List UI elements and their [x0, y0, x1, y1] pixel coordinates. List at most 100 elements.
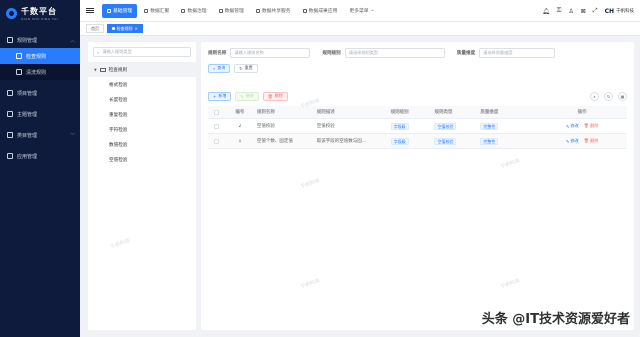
row-checkbox[interactable] [214, 138, 220, 144]
brand[interactable]: CH 千帆科技 [605, 8, 634, 15]
rules-icon [7, 37, 13, 43]
tab-home[interactable]: 首页 [86, 24, 104, 33]
top-menu-item-results[interactable]: 数据成果应用 [298, 4, 343, 18]
refresh-icon: ↻ [239, 65, 243, 71]
caret-down-icon: ▼ [94, 67, 97, 72]
search-toggle-icon[interactable]: ⌕ [590, 91, 599, 101]
topbar: 基础管理 数据汇聚 数据治理 数据管理 数据共享服务 数据成果应用 更多菜单 ⌄ … [80, 0, 640, 22]
search-button[interactable]: ⌕ 查询 [208, 63, 231, 73]
theme-icon [7, 111, 13, 117]
search-icon: ⌕ [97, 49, 100, 55]
corner-watermark: 头条 @IT技术资源爱好者 [481, 312, 630, 327]
sidebar-item-rules[interactable]: 规则管理 ︿ [0, 32, 80, 48]
main-panel: 规则名称 请输入规则名称 规则级别 请选择规则类型 质量维度 请选择质量维度 ⌕… [201, 42, 634, 330]
collect-icon [144, 8, 149, 13]
sidebar-item-check-rule[interactable]: 检查规则 [0, 48, 80, 64]
close-icon[interactable]: × [135, 26, 138, 31]
bell-icon[interactable]: 🔔︎ [542, 8, 550, 15]
folder-icon [99, 67, 106, 72]
row-delete-button[interactable]: 🗑︎ 删除 [584, 123, 599, 129]
table-row[interactable]: 1 空值个数、固定值 取该字段的空值数与固... 字段级 空值校验 完整性 ✎ 修… [208, 134, 627, 149]
tree-node[interactable]: 字符检验 [88, 122, 196, 137]
plus-icon: + [213, 93, 217, 99]
govern-icon [181, 8, 186, 13]
search-icon: ⌕ [213, 65, 216, 71]
sidebar-item-theme[interactable]: 主题管理 [0, 106, 80, 122]
rule-level-select[interactable]: 请选择规则类型 [344, 48, 445, 58]
edit-icon: ✎ [565, 138, 570, 144]
row-checkbox[interactable] [214, 123, 220, 129]
reset-button[interactable]: ↻ 重置 [234, 63, 258, 73]
top-menu-item-share[interactable]: 数据共享服务 [251, 4, 296, 18]
brand-name: 千帆科技 [616, 9, 634, 14]
share-icon [255, 8, 260, 13]
tree-search-input[interactable]: ⌕ 请输入规则类型 [93, 47, 191, 57]
columns-icon[interactable]: ▦ [618, 91, 627, 101]
sidebar-item-label: 类目管理 [17, 132, 38, 139]
manage-icon [218, 8, 223, 13]
tree-node[interactable]: 数值检验 [88, 137, 196, 152]
add-button[interactable]: + 新增 [208, 91, 232, 101]
edit-icon: ✎ [565, 123, 570, 129]
top-menu-item-govern[interactable]: 数据治理 [176, 4, 211, 18]
top-menu-item-basic[interactable]: 基础管理 [102, 3, 138, 18]
sidebar-item-label: 清洗规则 [26, 69, 47, 76]
edit-icon: ✎ [240, 93, 244, 99]
user-icon[interactable]: ♙ [568, 8, 573, 15]
logo[interactable]: 千数平台 QIAN SHU PING TAI [0, 0, 80, 26]
sidebar-item-label: 主题管理 [17, 111, 38, 118]
quality-dim-label: 质量维度 [456, 51, 476, 56]
sidebar-item-clean-rule[interactable]: 清洗规则 [0, 64, 80, 80]
rule-name-input[interactable]: 请输入规则名称 [230, 48, 311, 58]
chevron-up-icon: ︿ [69, 37, 75, 44]
trash-icon: 🗑︎ [267, 93, 273, 99]
clean-rule-icon [16, 69, 22, 75]
delete-button[interactable]: 🗑︎ 删除 [262, 91, 288, 101]
table-row[interactable]: 2 空值校验 空值校验 字段级 空值校验 完整性 ✎ 修改 🗑︎ 删除 [208, 119, 627, 134]
menu-toggle-icon[interactable] [86, 7, 94, 14]
quality-dim-select[interactable]: 请选择质量维度 [479, 48, 556, 58]
sidebar-item-category[interactable]: 类目管理 ﹀ [0, 127, 80, 143]
row-delete-button[interactable]: 🗑︎ 删除 [584, 138, 599, 144]
sidebar-item-app[interactable]: 应用管理 [0, 148, 80, 164]
table-header: 编号 规则名称 规则描述 规则级别 规则类型 质量维度 操作 [208, 106, 627, 119]
filter-buttons: ⌕ 查询 ↻ 重置 [201, 62, 634, 74]
tree-node-root[interactable]: ▼ 检查规则 [88, 62, 196, 77]
fullscreen-icon[interactable]: ⤢ [593, 7, 598, 15]
top-right-tools: 🔔︎ ⚿ ♙ ⊠ ⤢ CH 千帆科技 [542, 0, 634, 22]
tabs-bar: 首页 检查规则 × [80, 22, 640, 36]
sidebar-item-label: 应用管理 [17, 153, 38, 160]
top-menu: 基础管理 数据汇聚 数据治理 数据管理 数据共享服务 数据成果应用 更多菜单 ⌄ [102, 3, 380, 18]
top-menu-item-manage[interactable]: 数据管理 [214, 4, 249, 18]
tree-panel: ⌕ 请输入规则类型 ▼ 检查规则 格式检验 长度检验 重复检验 字符检验 数值检… [88, 42, 196, 330]
level-tag: 字段级 [390, 137, 409, 145]
edit-button[interactable]: ✎ 修改 [235, 91, 259, 101]
lock-icon[interactable]: ⚿ [557, 7, 562, 15]
sidebar-item-project[interactable]: 项目管理 [0, 85, 80, 101]
dim-tag: 完整性 [480, 122, 499, 130]
category-icon [7, 132, 13, 138]
chevron-down-icon: ﹀ [69, 132, 75, 139]
row-edit-button[interactable]: ✎ 修改 [566, 138, 579, 144]
sidebar-item-label: 规则管理 [17, 37, 38, 44]
app-icon [7, 153, 13, 159]
project-icon [7, 90, 13, 96]
type-tag: 空值校验 [434, 137, 457, 145]
rule-name-label: 规则名称 [208, 51, 227, 56]
table-toolbar: + 新增 ✎ 修改 🗑︎ 删除 ⌕ ↻ ▦ [201, 88, 634, 104]
tree-node[interactable]: 空值检验 [88, 152, 196, 167]
top-menu-item-more[interactable]: 更多菜单 ⌄ [344, 4, 379, 18]
tree-node[interactable]: 格式检验 [88, 77, 196, 92]
refresh-icon[interactable]: ↻ [604, 91, 613, 101]
row-edit-button[interactable]: ✎ 修改 [566, 123, 579, 129]
results-icon [302, 8, 307, 13]
close-icon[interactable]: ⊠ [581, 8, 586, 15]
grid-icon [107, 8, 111, 13]
tab-check-rule[interactable]: 检查规则 × [107, 24, 143, 33]
logo-subtitle: QIAN SHU PING TAI [21, 16, 59, 21]
top-menu-item-collect[interactable]: 数据汇聚 [139, 4, 174, 18]
tree-node[interactable]: 重复检验 [88, 107, 196, 122]
check-rule-icon [16, 53, 22, 59]
tree-node[interactable]: 长度检验 [88, 92, 196, 107]
select-all-checkbox[interactable] [214, 109, 220, 115]
